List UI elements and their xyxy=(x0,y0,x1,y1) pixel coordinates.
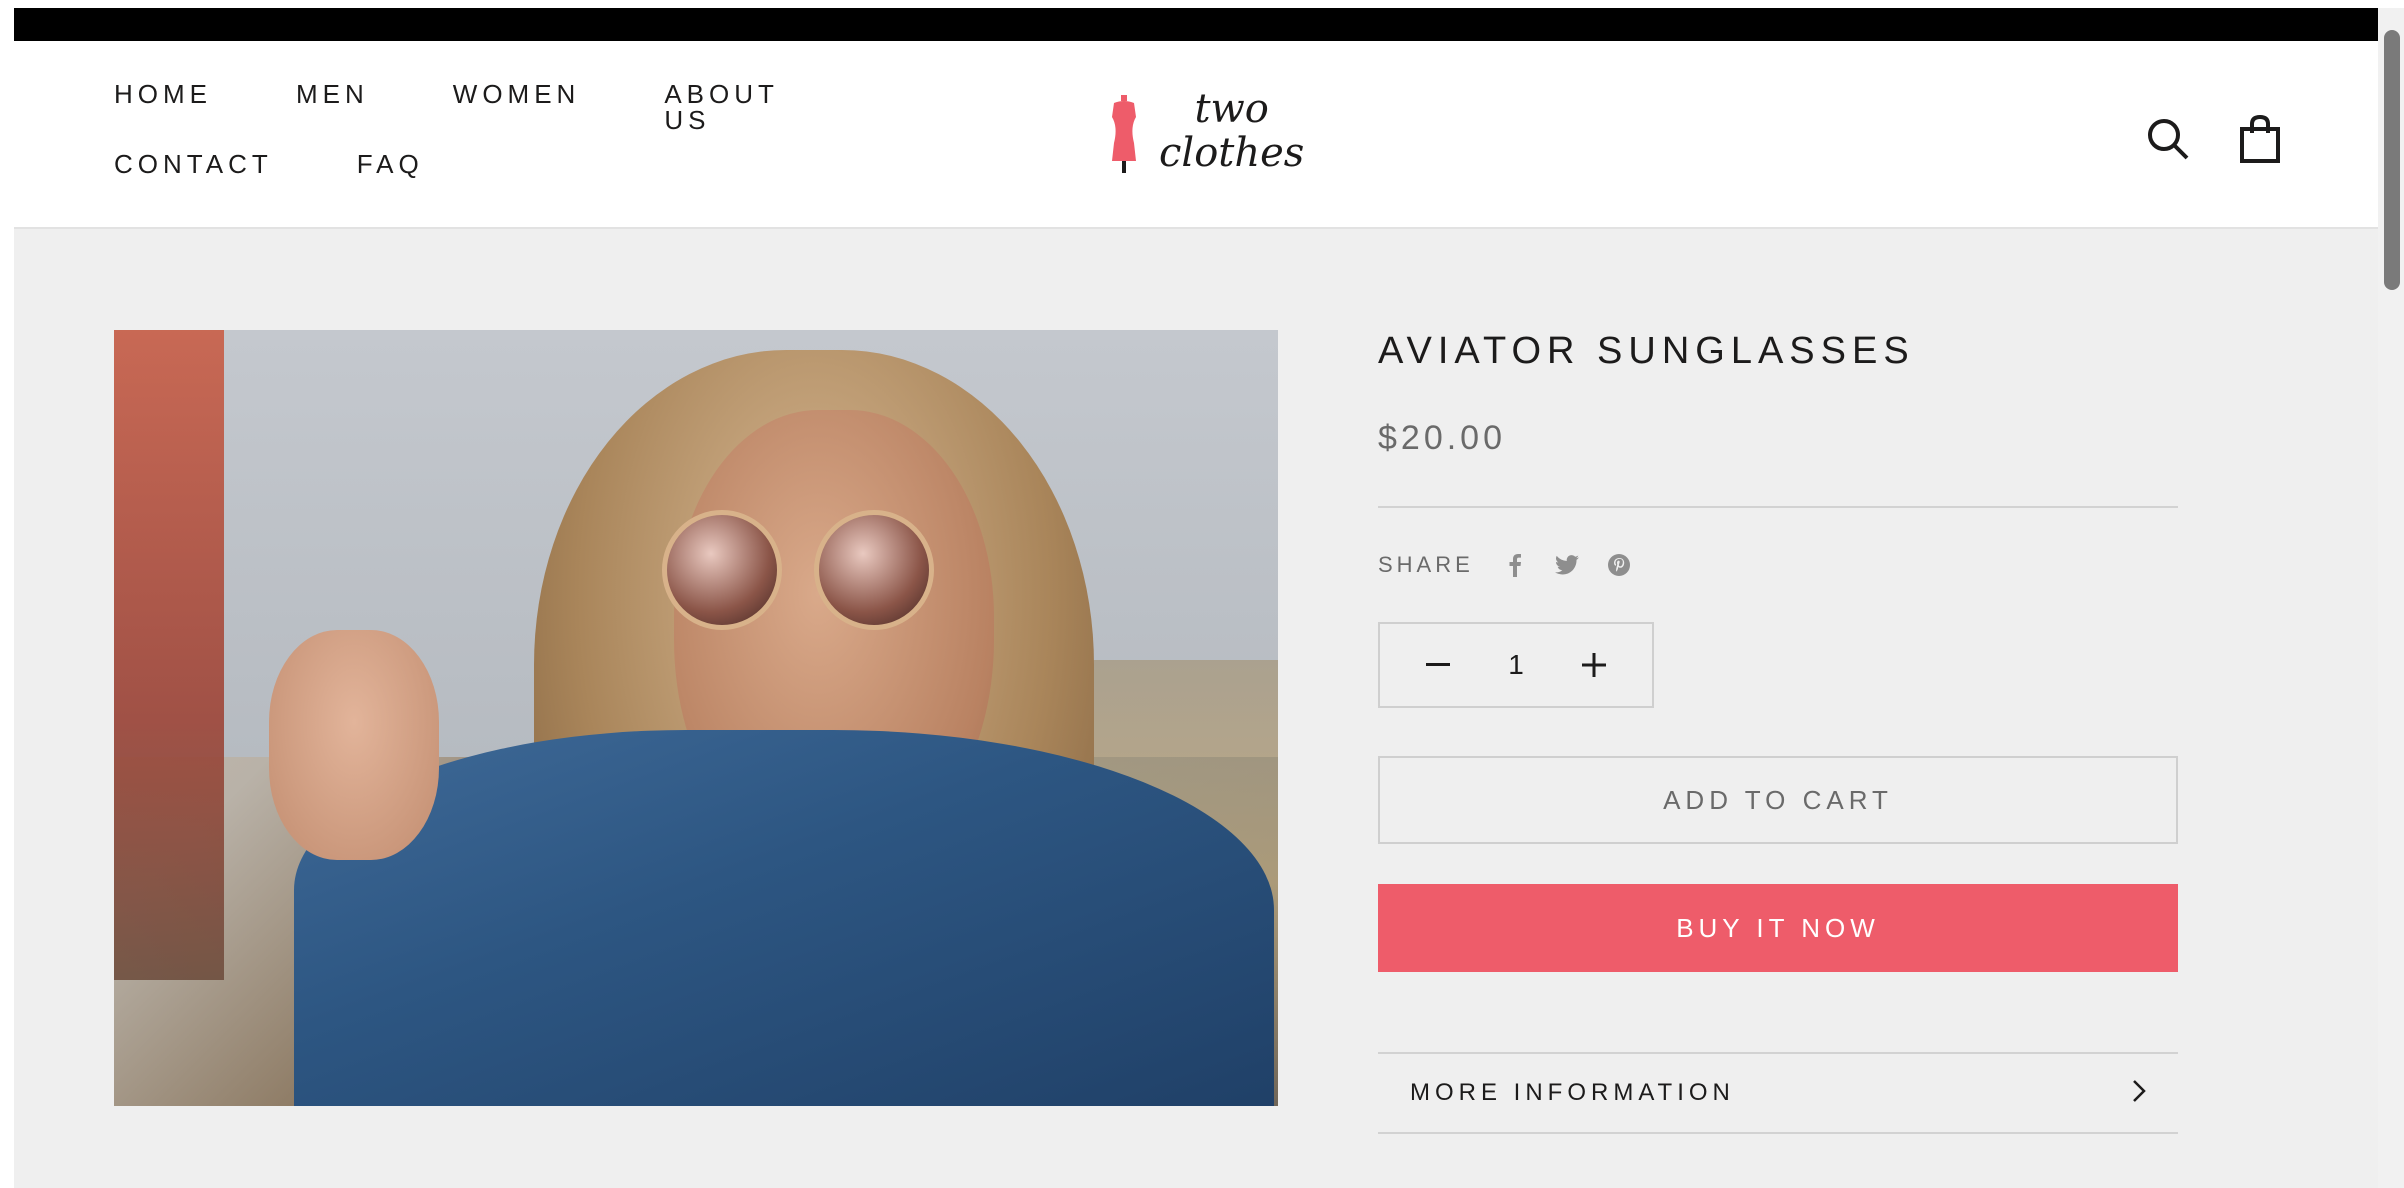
product-page: AVIATOR SUNGLASSES $20.00 SHARE 1 ADD TO… xyxy=(14,229,2378,1188)
product-details: AVIATOR SUNGLASSES $20.00 SHARE 1 ADD TO… xyxy=(1378,330,2178,1134)
share-label: SHARE xyxy=(1378,552,1474,577)
image-lens-left xyxy=(662,510,782,630)
header-actions xyxy=(2144,113,2284,165)
nav-home[interactable]: HOME xyxy=(114,81,212,107)
image-blur-left xyxy=(114,330,224,980)
divider xyxy=(1378,506,2178,508)
scrollbar-thumb[interactable] xyxy=(2384,30,2400,290)
twitter-icon[interactable] xyxy=(1554,552,1580,578)
cart-bag-icon[interactable] xyxy=(2236,113,2284,165)
logo-line-2: clothes xyxy=(1159,130,1305,176)
search-icon[interactable] xyxy=(2144,113,2192,165)
add-to-cart-button[interactable]: ADD TO CART xyxy=(1378,756,2178,844)
quantity-value[interactable]: 1 xyxy=(1508,649,1524,681)
nav-women[interactable]: WOMEN xyxy=(453,81,581,107)
nav-row-secondary: CONTACT FAQ xyxy=(114,151,914,221)
nav-about-us[interactable]: ABOUT US xyxy=(664,81,830,133)
product-price: $20.00 xyxy=(1378,419,1506,457)
image-hand xyxy=(269,630,439,860)
pinterest-icon[interactable] xyxy=(1606,552,1632,578)
logo-line-1: two xyxy=(1194,86,1269,132)
nav-row-primary: HOME MEN WOMEN ABOUT US xyxy=(114,81,914,151)
dress-form-icon xyxy=(1112,95,1136,173)
chevron-right-icon xyxy=(2132,1079,2146,1108)
nav-faq[interactable]: FAQ xyxy=(357,151,424,177)
buy-it-now-button[interactable]: BUY IT NOW xyxy=(1378,884,2178,972)
minus-icon[interactable] xyxy=(1420,647,1456,683)
image-jacket xyxy=(294,730,1274,1106)
announcement-bar xyxy=(14,8,2378,41)
product-image[interactable] xyxy=(114,330,1278,1106)
quantity-stepper: 1 xyxy=(1378,622,1654,708)
share-row: SHARE xyxy=(1378,552,2178,578)
nav-contact[interactable]: CONTACT xyxy=(114,151,273,177)
plus-icon[interactable] xyxy=(1576,647,1612,683)
nav-men[interactable]: MEN xyxy=(296,81,369,107)
more-information-label: MORE INFORMATION xyxy=(1410,1079,1735,1106)
site-logo[interactable]: two clothes xyxy=(1104,87,1304,179)
facebook-icon[interactable] xyxy=(1502,552,1528,578)
more-information-accordion[interactable]: MORE INFORMATION xyxy=(1378,1052,2178,1134)
image-lens-right xyxy=(814,510,934,630)
page-frame xyxy=(0,0,14,1188)
product-title: AVIATOR SUNGLASSES xyxy=(1378,330,1915,372)
logo-wordmark: two clothes xyxy=(1159,87,1304,175)
main-navigation: HOME MEN WOMEN ABOUT US CONTACT FAQ xyxy=(114,81,914,221)
scrollbar[interactable] xyxy=(2378,8,2404,1188)
site-header: HOME MEN WOMEN ABOUT US CONTACT FAQ two … xyxy=(14,41,2378,229)
